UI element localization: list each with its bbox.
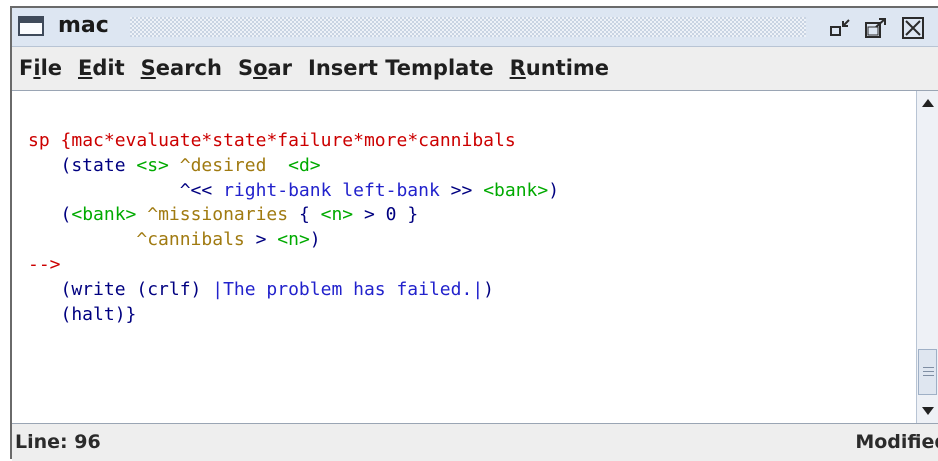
editor-window: mac File Edit Search Soar Insert Templat… [10, 6, 938, 461]
menu-file[interactable]: File [12, 56, 70, 80]
minimize-button[interactable] [828, 17, 852, 39]
status-bar: Line: 96 Modified [12, 426, 938, 461]
maximize-icon [865, 18, 886, 38]
scroll-thumb[interactable] [918, 349, 937, 395]
menu-soar[interactable]: Soar [230, 56, 300, 80]
maximize-button[interactable] [864, 17, 888, 39]
status-modified: Modified [855, 431, 938, 453]
title-bar[interactable]: mac [12, 8, 938, 47]
scroll-down-button[interactable] [917, 401, 938, 421]
code-editor[interactable]: sp {mac*evaluate*state*failure*more*cann… [12, 90, 938, 424]
arrow-up-icon [921, 99, 934, 107]
minimize-icon [830, 19, 850, 36]
menu-insert-template[interactable]: Insert Template [300, 56, 502, 80]
scroll-up-button[interactable] [917, 93, 938, 113]
window-frame-icon [18, 16, 44, 36]
code-text[interactable]: sp {mac*evaluate*state*failure*more*cann… [28, 129, 559, 327]
menu-runtime[interactable]: Runtime [502, 56, 617, 80]
status-line-number: Line: 96 [15, 431, 101, 453]
vertical-scrollbar[interactable] [916, 91, 938, 423]
menu-edit[interactable]: Edit [70, 56, 133, 80]
title-bar-pattern [130, 17, 806, 37]
menu-bar: File Edit Search Soar Insert Template Ru… [12, 48, 938, 88]
arrow-down-icon [921, 407, 934, 415]
close-icon [905, 20, 921, 36]
close-button[interactable] [902, 17, 924, 39]
window-title: mac [58, 13, 109, 38]
menu-search[interactable]: Search [133, 56, 230, 80]
